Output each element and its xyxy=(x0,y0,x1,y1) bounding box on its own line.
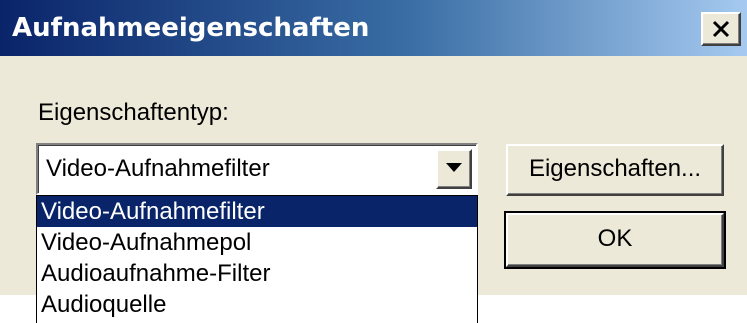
dropdown-option-video-capture-pin[interactable]: Video-Aufnahmepol xyxy=(37,227,477,258)
title-bar[interactable]: Aufnahmeeigenschaften xyxy=(0,0,747,56)
dropdown-option-audio-capture-filter[interactable]: Audioaufnahme-Filter xyxy=(37,258,477,289)
combobox-dropdown-button[interactable] xyxy=(436,149,472,189)
close-icon xyxy=(712,20,730,38)
property-type-selected-value: Video-Aufnahmefilter xyxy=(46,155,270,182)
property-type-combobox[interactable]: Video-Aufnahmefilter xyxy=(36,143,478,195)
properties-button[interactable]: Eigenschaften... xyxy=(506,144,724,196)
dropdown-option-audio-source[interactable]: Audioquelle xyxy=(37,289,477,320)
chevron-down-icon xyxy=(446,163,462,172)
window-title: Aufnahmeeigenschaften xyxy=(12,13,370,43)
property-type-dropdown-list[interactable]: Video-Aufnahmefilter Video-Aufnahmepol A… xyxy=(36,195,478,323)
ok-button[interactable]: OK xyxy=(504,211,726,269)
dropdown-option-video-capture-filter[interactable]: Video-Aufnahmefilter xyxy=(37,196,477,227)
close-button[interactable] xyxy=(701,12,741,46)
property-type-label: Eigenschaftentyp: xyxy=(38,99,229,126)
